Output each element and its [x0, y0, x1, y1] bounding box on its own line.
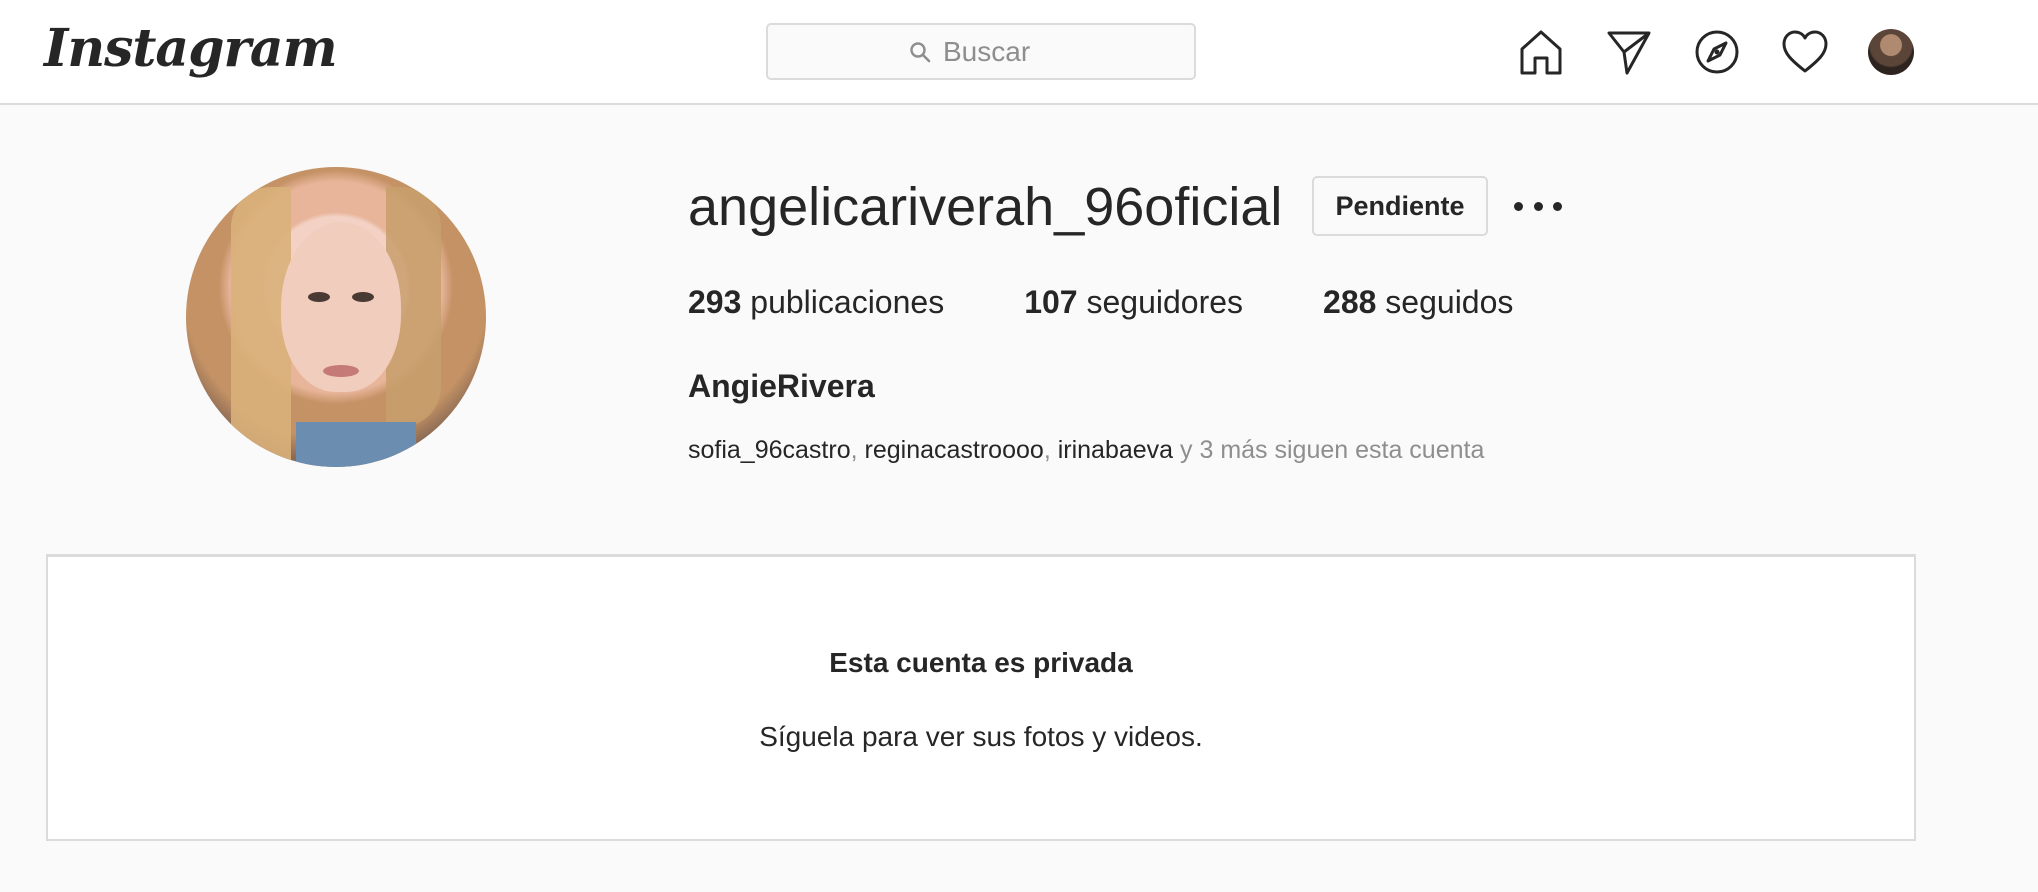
more-options-icon[interactable] [1514, 190, 1562, 222]
stat-followers-label: seguidores [1086, 284, 1244, 320]
search-icon [909, 41, 931, 63]
stat-following-count: 288 [1323, 284, 1377, 320]
followed-by-account[interactable]: sofia_96castro [688, 436, 851, 464]
pending-button[interactable]: Pendiente [1312, 176, 1488, 236]
profile-avatar[interactable] [1868, 29, 1914, 75]
stat-followers-count: 107 [1024, 284, 1078, 320]
stat-followers: 107 seguidores [1024, 284, 1243, 321]
stat-following-label: seguidos [1385, 284, 1514, 320]
direct-icon[interactable] [1604, 27, 1654, 77]
followed-by-text[interactable]: sofia_96castro, reginacastroooo, irinaba… [688, 436, 1484, 465]
profile-stats: 293 publicaciones 107 seguidores 288 seg… [688, 284, 1593, 321]
top-nav: Instagram [0, 0, 2038, 105]
home-icon[interactable] [1516, 27, 1566, 77]
followed-by-account[interactable]: reginacastroooo [865, 436, 1044, 464]
followed-by-suffix: y 3 más siguen esta cuenta [1173, 436, 1485, 464]
stat-posts-count: 293 [688, 284, 742, 320]
stat-posts: 293 publicaciones [688, 284, 944, 321]
profile-picture [186, 167, 486, 467]
explore-icon[interactable] [1692, 27, 1742, 77]
followed-by-account[interactable]: irinabaeva [1058, 436, 1173, 464]
private-account-panel: Esta cuenta es privada Síguela para ver … [46, 554, 1916, 841]
search-input[interactable] [943, 35, 1053, 68]
profile-username: angelicariverah_96oficial [688, 177, 1283, 237]
search-box[interactable] [766, 23, 1196, 80]
stat-posts-label: publicaciones [750, 284, 945, 320]
instagram-logo[interactable]: Instagram [44, 18, 338, 79]
private-subtitle: Síguela para ver sus fotos y videos. [759, 721, 1203, 752]
profile-full-name: AngieRivera [688, 368, 875, 404]
stat-following: 288 seguidos [1323, 284, 1513, 321]
private-title: Esta cuenta es privada [829, 647, 1133, 678]
activity-icon[interactable] [1780, 27, 1830, 77]
nav-icon-group [1516, 27, 1914, 77]
